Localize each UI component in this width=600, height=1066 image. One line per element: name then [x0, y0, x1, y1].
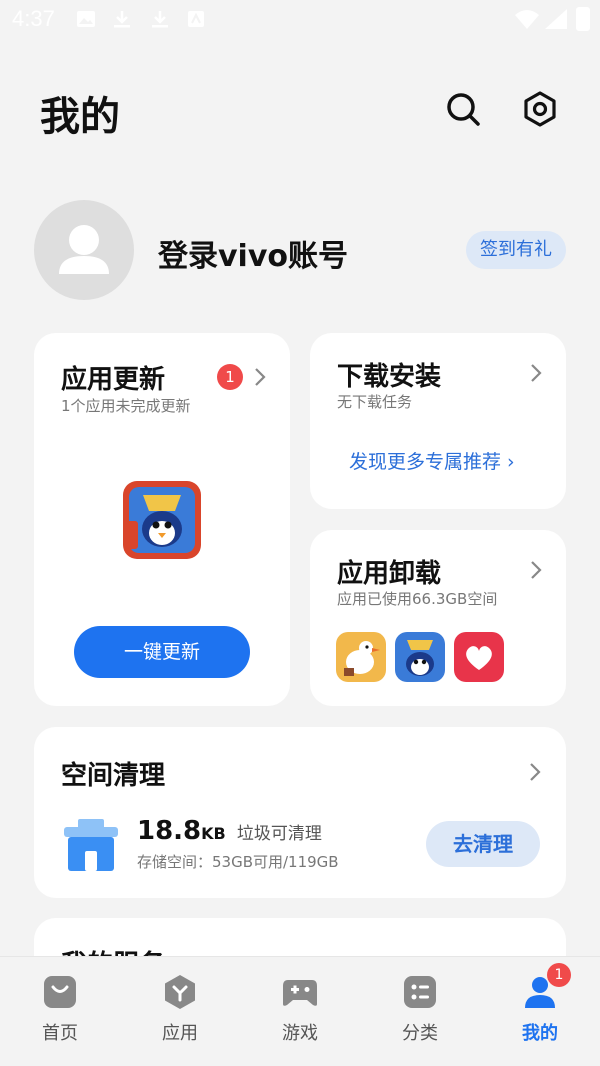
user-avatar-icon — [59, 225, 109, 274]
uninstall-title: 应用卸载 — [337, 559, 442, 589]
login-link[interactable]: 登录vivo账号 — [158, 231, 348, 275]
bottom-nav: 首页 应用 游戏 分类 1 我的 — [0, 956, 600, 1066]
apps-hexagon-icon — [165, 975, 195, 1009]
chevron-right-icon — [531, 364, 542, 382]
heart-app-icon — [454, 632, 504, 682]
nav-games[interactable]: 游戏 — [240, 957, 360, 1066]
nav-mine-label: 我的 — [522, 1023, 558, 1044]
space-cleanup-card[interactable]: 空间清理 18.8KB 垃圾可清理 存储空间：53GB可用/119GB 去清理 — [34, 727, 566, 898]
status-bar: 4:37 — [0, 0, 600, 40]
gamepad-icon — [283, 980, 317, 1006]
nav-home[interactable]: 首页 — [0, 957, 120, 1066]
installed-app-icon — [336, 632, 386, 682]
goose-game-app-icon — [336, 632, 386, 682]
gallery-notification-icon — [77, 11, 95, 27]
category-icon — [404, 976, 436, 1008]
nav-category[interactable]: 分类 — [360, 957, 480, 1066]
nav-apps-label: 应用 — [162, 1023, 198, 1044]
home-bag-icon — [44, 976, 76, 1008]
cleanup-icon — [64, 819, 118, 871]
uninstall-subtitle: 应用已使用66.3GB空间 — [337, 590, 498, 608]
nav-mine[interactable]: 1 我的 — [480, 957, 600, 1066]
uninstall-card[interactable]: 应用卸载 应用已使用66.3GB空间 — [310, 530, 566, 706]
nav-games-label: 游戏 — [282, 1023, 318, 1044]
download-card[interactable]: 下载安装 无下载任务 发现更多专属推荐 › — [310, 333, 566, 509]
battery-icon — [576, 7, 590, 31]
status-time: 4:37 — [12, 6, 55, 31]
chevron-right-icon — [531, 561, 542, 579]
nav-category-label: 分类 — [402, 1023, 438, 1044]
settings-icon[interactable] — [521, 90, 559, 128]
storage-info: 存储空间：53GB可用/119GB — [137, 853, 339, 871]
update-count-badge: 1 — [217, 364, 243, 390]
clean-button[interactable]: 去清理 — [426, 821, 540, 867]
nav-apps[interactable]: 应用 — [120, 957, 240, 1066]
app-update-card[interactable]: 应用更新 1 1个应用未完成更新 一键更新 — [34, 333, 290, 706]
app-update-subtitle: 1个应用未完成更新 — [61, 397, 191, 415]
installed-app-icon — [454, 632, 504, 682]
game-app-icon — [395, 632, 445, 682]
avatar[interactable] — [34, 200, 134, 300]
junk-size-row: 18.8KB 垃圾可清理 — [137, 816, 322, 846]
cellular-signal-icon — [545, 9, 567, 29]
download-subtitle: 无下载任务 — [337, 393, 413, 411]
app-notification-icon — [188, 11, 204, 27]
discover-more-link[interactable]: 发现更多专属推荐 › — [349, 447, 515, 474]
checkin-button[interactable]: 签到有礼 — [466, 231, 566, 269]
game-app-icon — [123, 481, 201, 559]
junk-size-desc: 垃圾可清理 — [236, 824, 322, 844]
cleanup-title: 空间清理 — [61, 761, 166, 791]
download-title: 下载安装 — [337, 362, 442, 392]
chevron-right-icon — [530, 763, 541, 781]
update-all-button[interactable]: 一键更新 — [74, 626, 250, 678]
page-title: 我的 — [40, 94, 120, 140]
wifi-icon — [515, 10, 539, 29]
app-update-title: 应用更新 — [61, 365, 166, 395]
installed-app-icon — [395, 632, 445, 682]
pending-update-app-icon[interactable] — [123, 481, 201, 559]
junk-size-unit: KB — [201, 824, 226, 843]
junk-size-value: 18.8 — [137, 816, 202, 846]
nav-home-label: 首页 — [42, 1023, 78, 1044]
mine-notification-badge: 1 — [547, 963, 571, 987]
search-icon[interactable] — [444, 90, 482, 128]
chevron-right-icon — [255, 368, 266, 386]
download-notification-icon — [114, 11, 130, 28]
download-notification-icon — [152, 11, 168, 28]
